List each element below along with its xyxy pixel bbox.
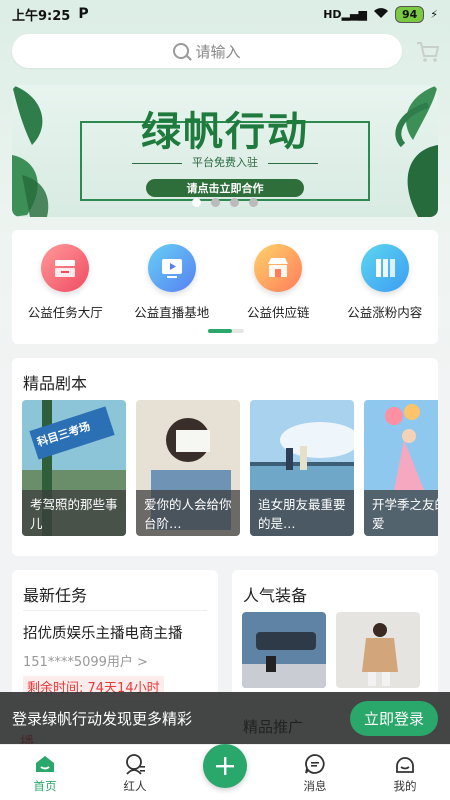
- scripts-list: 科目三考场 考驾照的那些事儿 爱你的人会给你台阶… 追女朋友最重要的是… 开学季…: [22, 400, 438, 536]
- live-base-icon: [147, 244, 196, 292]
- divider: [268, 162, 318, 164]
- service-live-base[interactable]: 公益直播基地: [119, 244, 225, 321]
- divider: [132, 162, 182, 164]
- cart-icon[interactable]: [416, 41, 440, 62]
- script-card[interactable]: 科目三考场 考驾照的那些事儿: [22, 400, 126, 536]
- pagination-dot[interactable]: [192, 198, 201, 207]
- signal-icon: HD▂▄▆: [323, 7, 367, 21]
- bottom-tab-bar: 首页 红人 消息 我的: [0, 744, 450, 800]
- tab-profile[interactable]: 我的: [370, 744, 440, 800]
- battery-indicator: 94: [394, 5, 425, 23]
- banner-cta-button[interactable]: 请点击立即合作: [146, 179, 304, 197]
- banner-subtitle: 平台免费入驻: [12, 154, 438, 170]
- section-title: 人气装备: [243, 586, 308, 605]
- equipment-list: [242, 612, 420, 688]
- pagination-dot[interactable]: [230, 198, 239, 207]
- task-hall-icon: [41, 244, 90, 292]
- network-type-label: HD: [323, 7, 342, 21]
- divider: [23, 610, 207, 611]
- tab-influencer[interactable]: 红人: [100, 744, 170, 800]
- banner-title: 绿帆行动: [141, 108, 309, 155]
- status-bar: 上午9:25 P HD▂▄▆ 94 ⚡: [0, 0, 450, 28]
- tab-label: 红人: [123, 779, 147, 793]
- pagination-dot[interactable]: [249, 198, 258, 207]
- pagination-dot[interactable]: [211, 198, 220, 207]
- home-icon: [36, 756, 54, 772]
- services-pager-fill: [208, 329, 233, 333]
- section-title: 最新任务: [23, 586, 88, 605]
- script-card[interactable]: 爱你的人会给你台阶…: [136, 400, 240, 536]
- tab-messages[interactable]: 消息: [280, 744, 350, 800]
- task-title[interactable]: 招优质娱乐主播电商主播: [23, 622, 183, 643]
- message-icon: [305, 754, 325, 774]
- service-label: 公益供应链: [246, 305, 310, 320]
- login-prompt-bar: 登录绿帆行动发现更多精彩 立即登录: [0, 692, 450, 744]
- services-pager: [208, 329, 244, 333]
- equipment-thumbnail: [242, 612, 326, 688]
- equipment-thumbnail: [336, 612, 420, 688]
- script-caption: 爱你的人会给你台阶…: [136, 490, 240, 536]
- status-indicators: HD▂▄▆ 94 ⚡: [323, 5, 438, 23]
- service-label: 公益直播基地: [134, 305, 210, 320]
- login-button[interactable]: 立即登录: [349, 700, 438, 736]
- popular-equipment-section: 人气装备: [232, 570, 438, 700]
- script-caption: 考驾照的那些事儿: [22, 490, 126, 536]
- service-label: 公益任务大厅: [27, 305, 103, 320]
- service-supply-chain[interactable]: 公益供应链: [225, 244, 331, 321]
- status-time: 上午9:25: [12, 8, 71, 24]
- equipment-item[interactable]: [242, 612, 326, 688]
- plus-icon: [203, 744, 247, 788]
- profile-icon: [396, 757, 414, 773]
- premium-scripts-section: 精品剧本 科目三考场 考驾照的那些事儿 爱你的人会给你台阶… 追女朋友最重要的是…: [12, 358, 438, 556]
- script-card[interactable]: 开学季之友的恋爱: [364, 400, 438, 536]
- tab-home[interactable]: 首页: [10, 744, 80, 800]
- charging-icon: ⚡: [430, 7, 438, 21]
- latest-tasks-section: 最新任务 招优质娱乐主播电商主播 151****5099用户 > 剩余时间: 7…: [12, 570, 218, 700]
- fans-content-icon: [360, 244, 409, 292]
- script-caption: 追女朋友最重要的是…: [250, 490, 354, 536]
- supply-chain-icon: [254, 244, 303, 292]
- wifi-icon: [373, 7, 389, 22]
- service-fans-content[interactable]: 公益涨粉内容: [332, 244, 438, 321]
- parking-notification-icon: P: [78, 6, 89, 22]
- service-task-hall[interactable]: 公益任务大厅: [12, 244, 118, 321]
- search-placeholder: 请输入: [195, 42, 241, 61]
- tab-label: 消息: [303, 779, 327, 793]
- premium-promotion-title: 精品推广: [243, 718, 304, 736]
- banner-pagination: [12, 198, 438, 207]
- script-caption: 开学季之友的恋爱: [364, 490, 438, 536]
- equipment-item[interactable]: [336, 612, 420, 688]
- services-card: 公益任务大厅 公益直播基地 公益供应链 公益涨粉内容: [12, 230, 438, 344]
- search-icon: [173, 43, 190, 59]
- search-input[interactable]: 请输入: [12, 34, 402, 68]
- task-user-link[interactable]: 151****5099用户 >: [23, 651, 148, 670]
- search-row: 请输入: [12, 34, 442, 68]
- login-prompt-text: 登录绿帆行动发现更多精彩: [12, 709, 193, 728]
- tab-label: 首页: [33, 779, 57, 793]
- promo-banner[interactable]: 绿帆行动 平台免费入驻 请点击立即合作: [12, 85, 438, 217]
- banner-subtitle-text: 平台免费入驻: [192, 156, 258, 169]
- influencer-icon: [126, 754, 145, 775]
- service-label: 公益涨粉内容: [347, 305, 423, 320]
- section-title: 精品剧本: [23, 374, 88, 393]
- script-card[interactable]: 追女朋友最重要的是…: [250, 400, 354, 536]
- services-grid: 公益任务大厅 公益直播基地 公益供应链 公益涨粉内容: [12, 230, 438, 321]
- tab-label: 我的: [393, 779, 417, 793]
- tab-create[interactable]: [190, 744, 260, 800]
